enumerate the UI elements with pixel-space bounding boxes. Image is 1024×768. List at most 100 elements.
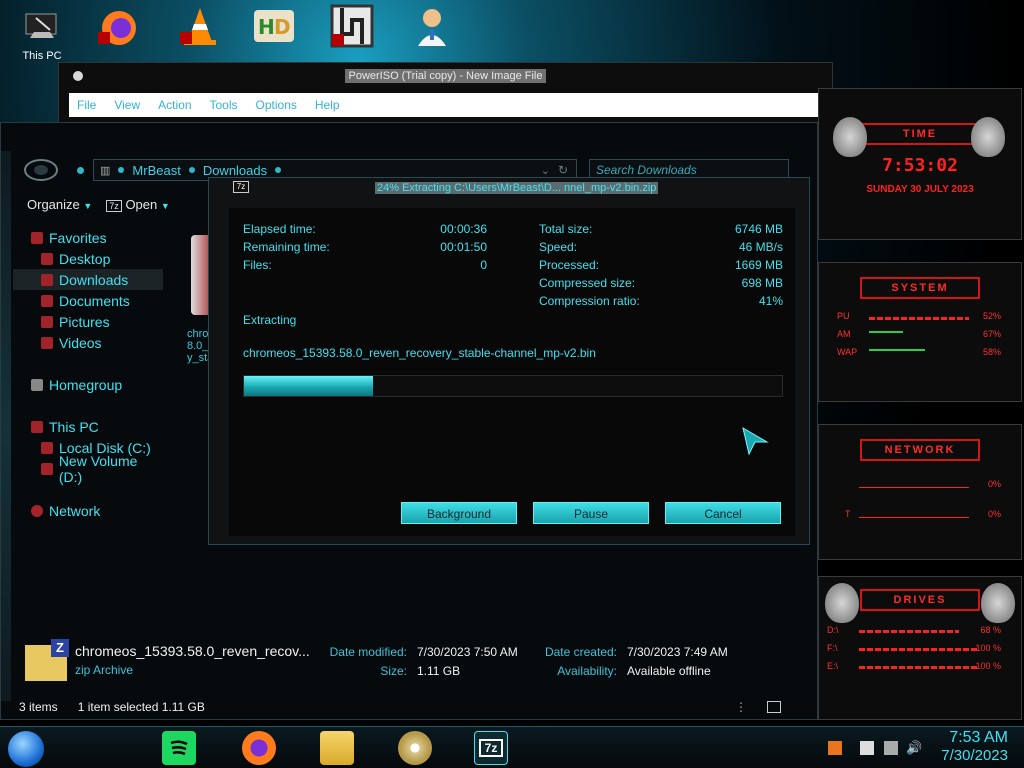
- nav-dot-icon: [77, 167, 84, 174]
- breadcrumb-mrbeast[interactable]: MrBeast: [132, 163, 180, 178]
- alien-head-icon: [971, 117, 1005, 157]
- details-pane: Z chromeos_15393.58.0_reven_recov... zip…: [11, 639, 771, 689]
- background-button[interactable]: Background: [401, 502, 517, 524]
- breadcrumb-separator-icon: [188, 167, 195, 173]
- total-size-value: 6746 MB: [734, 222, 783, 236]
- menu-action[interactable]: Action: [158, 98, 191, 112]
- network-label-2: T: [845, 509, 851, 519]
- dialog-body: Elapsed time: 00:00:36 Remaining time: 0…: [229, 208, 795, 536]
- 7zip-taskbar-icon[interactable]: 7z: [474, 731, 508, 765]
- nav-this-pc[interactable]: This PC: [13, 416, 163, 437]
- action-center-flag-icon[interactable]: [860, 741, 874, 755]
- network-line-2: [859, 517, 969, 518]
- drive-f-label: F:\: [827, 643, 838, 653]
- menu-options[interactable]: Options: [256, 98, 297, 112]
- disc-taskbar-icon[interactable]: [398, 731, 432, 765]
- cancel-button[interactable]: Cancel: [665, 502, 781, 524]
- menu-tools[interactable]: Tools: [210, 98, 238, 112]
- file-explorer-taskbar-icon[interactable]: [320, 731, 354, 765]
- firefox-desktop-icon[interactable]: [90, 4, 146, 62]
- homegroup-icon: [31, 378, 43, 391]
- speed-value: 46 MB/s: [738, 240, 783, 254]
- compressed-size-label: Compressed size:: [539, 276, 636, 290]
- system-widget: SYSTEM PU 52% AM 67% WAP 58%: [818, 262, 1022, 402]
- network-tray-icon[interactable]: [884, 741, 898, 755]
- firefox-taskbar-icon[interactable]: [242, 731, 276, 765]
- refresh-icon[interactable]: ↻: [558, 163, 568, 177]
- dialog-titlebar[interactable]: 7z 24% Extracting C:\Users\MrBeast\D... …: [209, 178, 809, 198]
- organize-button[interactable]: Organize ▼: [27, 197, 92, 212]
- this-pc-desktop-icon[interactable]: This PC: [14, 4, 70, 62]
- taskbar-time: 7:53 AM: [949, 729, 1008, 746]
- cpu-value: 52%: [982, 311, 1001, 321]
- back-forward-nav-icon[interactable]: [23, 157, 59, 183]
- svg-text:H: H: [258, 15, 275, 39]
- nav-network[interactable]: Network: [13, 500, 163, 521]
- poweriso-title: PowerISO (Trial copy) - New Image File: [344, 69, 547, 83]
- menu-help[interactable]: Help: [315, 98, 340, 112]
- nav-pictures[interactable]: Pictures: [13, 311, 163, 332]
- dropdown-arrow-icon: ▼: [160, 200, 170, 211]
- network-widget-header: NETWORK: [860, 439, 980, 461]
- time-widget-header: TIME: [860, 123, 980, 145]
- 7z-icon: 7z: [106, 199, 122, 212]
- desktop: This PC H D PowerISO (Trial copy) - New …: [0, 0, 1024, 768]
- tray-app-icon[interactable]: [828, 741, 842, 755]
- nav-downloads-label: Downloads: [59, 271, 129, 288]
- volume-icon[interactable]: 🔊: [906, 741, 922, 755]
- menu-file[interactable]: File: [77, 98, 96, 112]
- widget-clock: 7:53:02: [882, 155, 958, 176]
- nav-documents[interactable]: Documents: [13, 290, 163, 311]
- menu-view[interactable]: View: [114, 98, 140, 112]
- processed-value: 1669 MB: [734, 258, 783, 272]
- nav-pictures-label: Pictures: [59, 313, 110, 330]
- large-icons-view-icon[interactable]: [767, 701, 781, 713]
- 7z-taskbar-label: 7z: [479, 739, 503, 757]
- size-value: 1.11 GB: [417, 664, 461, 678]
- details-view-icon[interactable]: ⋮: [735, 700, 747, 714]
- nav-videos[interactable]: Videos: [13, 332, 163, 353]
- taskbar-clock[interactable]: 7:53 AM 7/30/2023: [941, 729, 1008, 765]
- pictures-folder-icon: [41, 315, 53, 328]
- nav-new-volume-label: New Volume (D:): [58, 452, 138, 485]
- pause-button[interactable]: Pause: [533, 502, 649, 524]
- drive-row-f: F:\ 100 %: [819, 643, 1021, 661]
- drive-icon: [41, 441, 53, 454]
- poweriso-titlebar[interactable]: PowerISO (Trial copy) - New Image File: [59, 63, 832, 89]
- computer-icon: [25, 13, 57, 38]
- downloads-folder-icon: [41, 273, 53, 286]
- drives-widget: DRIVES D:\ 68 % F:\ 100 % E:\ 100 %: [818, 576, 1022, 720]
- vlc-desktop-icon[interactable]: [172, 4, 228, 62]
- drive-icon: [41, 462, 53, 475]
- network-value-1: 0%: [987, 479, 1001, 489]
- status-bar: 3 items 1 item selected 1.11 GB ⋮: [11, 697, 791, 717]
- spotify-taskbar-icon[interactable]: [162, 731, 196, 765]
- extraction-dialog[interactable]: 7z 24% Extracting C:\Users\MrBeast\D... …: [208, 177, 810, 545]
- network-line-1: [859, 487, 969, 488]
- nav-new-volume[interactable]: New Volume (D:): [13, 453, 163, 485]
- progress-fill: [244, 376, 374, 396]
- date-created-value: 7/30/2023 7:49 AM: [627, 645, 728, 659]
- nav-favorites-label: Favorites: [49, 229, 107, 246]
- poweriso-menubar: File View Action Tools Options Help: [69, 93, 821, 117]
- nav-downloads[interactable]: Downloads: [13, 269, 163, 290]
- 7z-app-icon: 7z: [233, 181, 249, 193]
- breadcrumb-separator-icon: [118, 167, 125, 173]
- breadcrumb-downloads[interactable]: Downloads: [203, 163, 267, 178]
- chevron-down-icon[interactable]: ⌄: [541, 164, 550, 177]
- nav-homegroup[interactable]: Homegroup: [13, 374, 163, 395]
- open-button[interactable]: 7z Open ▼: [106, 197, 170, 212]
- system-rows: PU 52% AM 67% WAP 58%: [819, 311, 1021, 365]
- ram-value: 67%: [982, 329, 1001, 339]
- processed-label: Processed:: [539, 258, 600, 272]
- taskbar: 7z 🔊 7:53 AM 7/30/2023: [0, 726, 1024, 768]
- compressed-size-value: 698 MB: [741, 276, 783, 290]
- hxd-desktop-icon[interactable]: H D: [246, 4, 302, 62]
- availability-label: Availability:: [557, 664, 617, 678]
- start-button[interactable]: [8, 731, 44, 767]
- nav-favorites[interactable]: Favorites: [13, 227, 163, 248]
- nav-desktop[interactable]: Desktop: [13, 248, 163, 269]
- app-desktop-icon[interactable]: [324, 4, 380, 62]
- nav-network-label: Network: [49, 502, 101, 519]
- user-desktop-icon[interactable]: [404, 4, 460, 62]
